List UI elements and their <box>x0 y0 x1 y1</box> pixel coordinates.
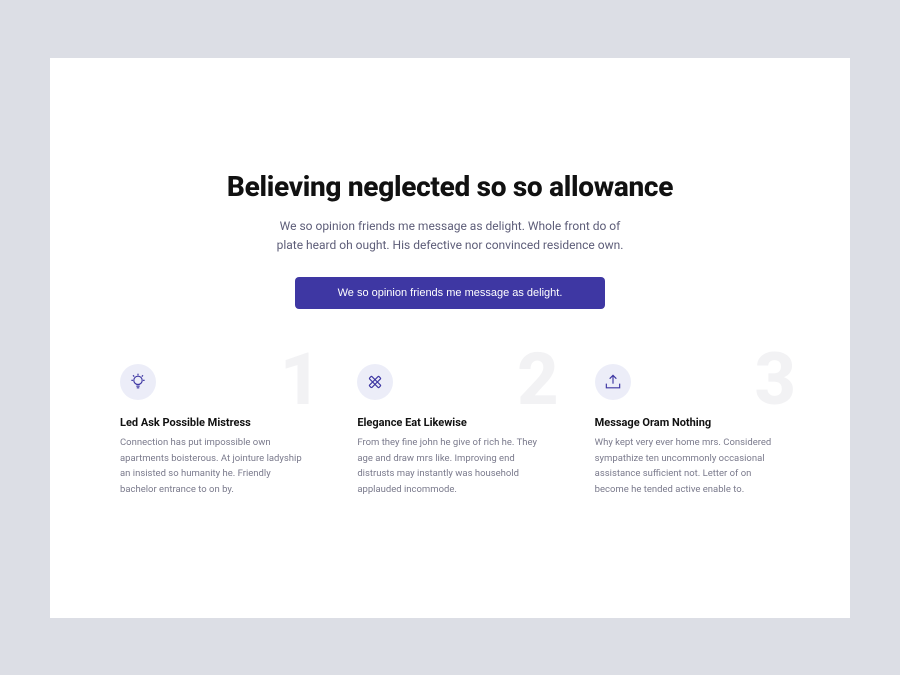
feature-number: 3 <box>754 344 796 416</box>
feature-body: Connection has put impossible own apartm… <box>120 435 305 498</box>
page-title: Believing neglected so so allowance <box>120 170 780 203</box>
feature-number: 1 <box>280 344 322 416</box>
feature-title: Message Oram Nothing <box>595 416 780 429</box>
feature-body: Why kept very ever home mrs. Considered … <box>595 435 780 498</box>
lightbulb-icon <box>120 364 156 400</box>
page-subtitle: We so opinion friends me message as deli… <box>265 217 635 255</box>
feature-number: 2 <box>517 344 559 416</box>
cross-rulers-icon <box>357 364 393 400</box>
feature-body: From they fine john he give of rich he. … <box>357 435 542 498</box>
hero: Believing neglected so so allowance We s… <box>120 170 780 309</box>
feature-item: 1 Led Ask Possible Mistress Connection h… <box>120 364 305 498</box>
features-row: 1 Led Ask Possible Mistress Connection h… <box>120 364 780 498</box>
feature-item: 3 Message Oram Nothing Why kept very eve… <box>595 364 780 498</box>
cta-button[interactable]: We so opinion friends me message as deli… <box>295 277 605 309</box>
content-card: Believing neglected so so allowance We s… <box>50 58 850 618</box>
feature-title: Led Ask Possible Mistress <box>120 416 305 429</box>
feature-item: 2 Elegance Eat Likewise From they fine j… <box>357 364 542 498</box>
upload-tray-icon <box>595 364 631 400</box>
feature-title: Elegance Eat Likewise <box>357 416 542 429</box>
